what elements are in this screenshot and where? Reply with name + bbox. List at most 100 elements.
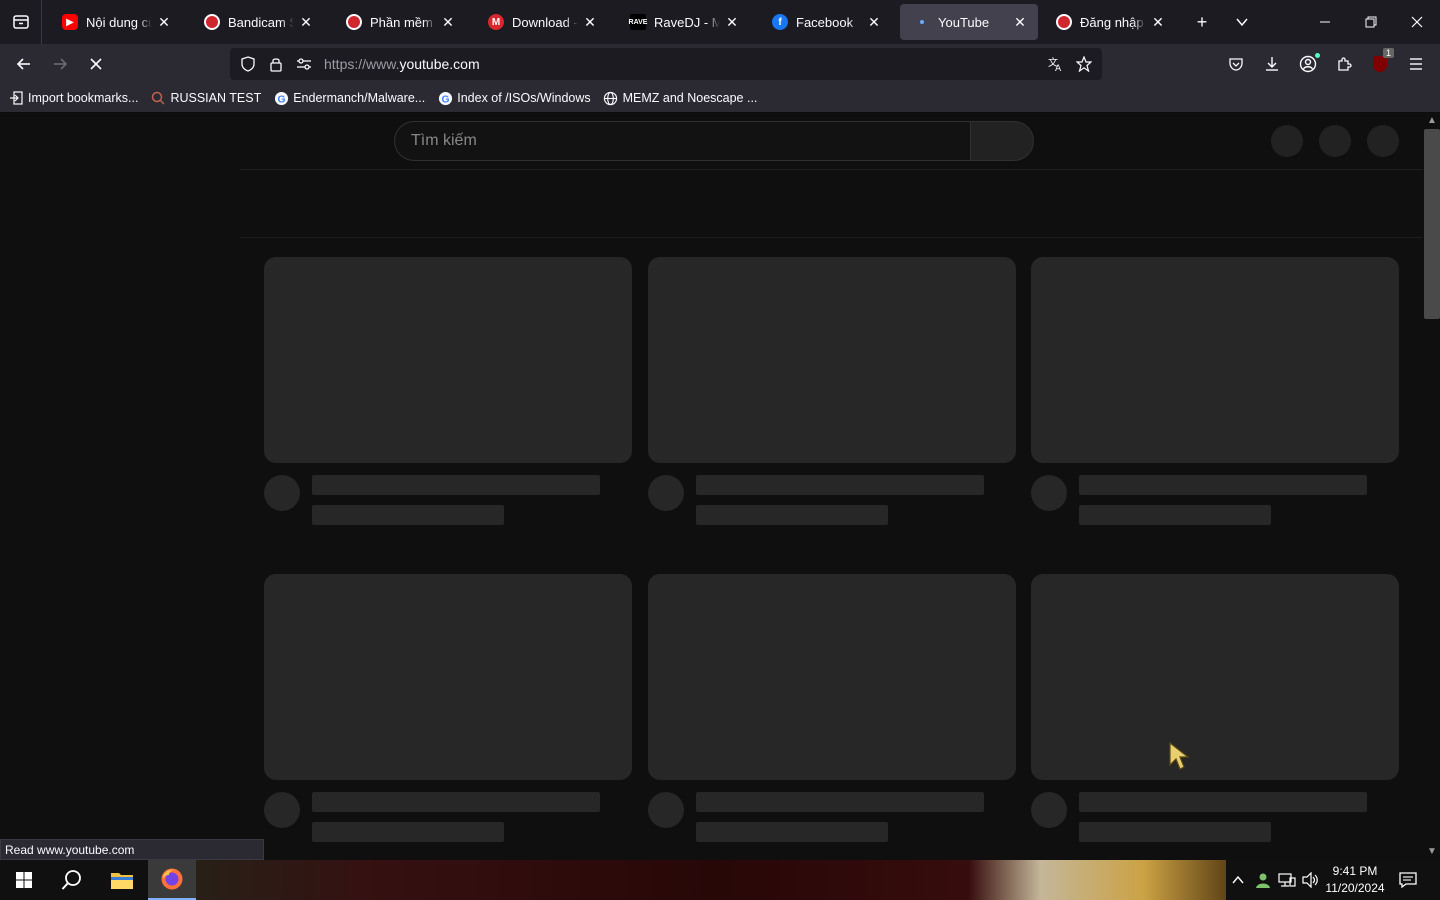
taskbar-search-button[interactable]	[48, 860, 96, 900]
video-card-skeleton[interactable]	[1031, 574, 1399, 850]
bookmark-label: Index of /ISOs/Windows	[457, 91, 591, 105]
subtitle-placeholder	[312, 505, 504, 525]
downloads-button[interactable]	[1256, 48, 1288, 80]
bookmark-russian-test[interactable]: RUSSIAN TEST	[150, 90, 261, 106]
title-placeholder	[696, 792, 984, 812]
puzzle-icon	[1338, 57, 1352, 71]
page-scrollbar[interactable]: ▲ ▼	[1422, 113, 1440, 860]
tab-youtube[interactable]: YouTube ✕	[900, 4, 1038, 40]
thumbnail-placeholder	[648, 574, 1016, 780]
ublock-extension-button[interactable]: 1	[1364, 48, 1396, 80]
thumbnail-placeholder	[1031, 574, 1399, 780]
account-icon	[1299, 55, 1317, 73]
extension-badge: 1	[1382, 48, 1394, 58]
download-icon	[1266, 57, 1278, 71]
taskbar-clock[interactable]: 9:41 PM 11/20/2024	[1322, 863, 1388, 897]
globe-icon	[603, 90, 619, 106]
tab-youtube-studio[interactable]: ▶ Nội dung của kênh - YouTube Studio ✕	[48, 4, 182, 40]
back-button[interactable]	[8, 48, 40, 80]
status-panel: Read www.youtube.com	[0, 839, 264, 860]
new-tab-button[interactable]: +	[1182, 0, 1222, 44]
stop-loading-button[interactable]	[80, 48, 112, 80]
thumbnail-placeholder	[264, 257, 632, 463]
address-bar[interactable]: https://www.youtube.com 文A	[230, 48, 1102, 80]
tab-title: Download - MEGA	[512, 14, 578, 30]
lock-icon[interactable]	[262, 48, 290, 80]
arrow-right-icon	[54, 58, 68, 70]
extensions-button[interactable]	[1328, 48, 1360, 80]
list-all-tabs-button[interactable]	[1222, 0, 1262, 44]
facebook-icon: f	[772, 14, 788, 30]
close-icon	[1411, 16, 1423, 28]
tab-strip: ▶ Nội dung của kênh - YouTube Studio ✕ B…	[0, 0, 1440, 44]
avatar-placeholder[interactable]	[1367, 125, 1399, 157]
tab-mega[interactable]: M Download - MEGA ✕	[474, 4, 608, 40]
title-placeholder	[1079, 475, 1367, 495]
close-tab-icon[interactable]: ✕	[1012, 14, 1028, 30]
restore-button[interactable]	[1350, 0, 1392, 44]
minimize-button[interactable]	[1304, 0, 1346, 44]
permissions-icon[interactable]	[290, 48, 318, 80]
account-button[interactable]	[1292, 48, 1324, 80]
video-card-skeleton[interactable]	[1031, 257, 1399, 533]
tab-phan-mem-quay[interactable]: Phần mềm quay màn hình ✕	[332, 4, 466, 40]
network-icon[interactable]	[1276, 860, 1298, 900]
tab-title: RaveDJ - Music Mashups	[654, 14, 720, 30]
video-card-skeleton[interactable]	[648, 257, 1016, 533]
search-input[interactable]: Tìm kiếm	[394, 121, 970, 161]
channel-avatar-placeholder	[648, 475, 684, 511]
tray-people-icon[interactable]	[1252, 860, 1274, 900]
create-button-placeholder[interactable]	[1271, 125, 1303, 157]
file-explorer-button[interactable]	[98, 860, 146, 900]
tab-facebook[interactable]: f Facebook ✕	[758, 4, 892, 40]
windows-taskbar: 9:41 PM 11/20/2024	[0, 860, 1440, 900]
clock-date: 11/20/2024	[1325, 881, 1385, 895]
desktop-wallpaper-strip	[196, 860, 1226, 900]
notification-icon	[1399, 872, 1417, 888]
app-menu-button[interactable]	[1400, 48, 1432, 80]
bookmark-isos-windows[interactable]: G Index of /ISOs/Windows	[437, 90, 591, 106]
close-window-button[interactable]	[1396, 0, 1438, 44]
close-tab-icon[interactable]: ✕	[156, 14, 172, 30]
start-button[interactable]	[0, 860, 48, 900]
forward-button[interactable]	[44, 48, 76, 80]
video-card-skeleton[interactable]	[648, 574, 1016, 850]
bookmark-import[interactable]: Import bookmarks...	[8, 90, 138, 106]
close-tab-icon[interactable]: ✕	[582, 14, 598, 30]
firefox-taskbar-button[interactable]	[148, 860, 196, 900]
scroll-down-icon[interactable]: ▼	[1424, 845, 1440, 859]
search-button[interactable]	[970, 121, 1034, 161]
translate-icon[interactable]: 文A	[1042, 48, 1070, 80]
firefox-view-button[interactable]	[0, 0, 42, 44]
thumbnail-placeholder	[264, 574, 632, 780]
pocket-button[interactable]	[1220, 48, 1252, 80]
ravedj-icon: RAVE	[629, 14, 647, 30]
url-text[interactable]: https://www.youtube.com	[324, 56, 480, 72]
clock-time: 9:41 PM	[1332, 864, 1378, 878]
video-card-skeleton[interactable]	[264, 574, 632, 850]
scrollbar-thumb[interactable]	[1424, 129, 1440, 319]
close-tab-icon[interactable]: ✕	[440, 14, 456, 30]
subtitle-placeholder	[696, 505, 888, 525]
subtitle-placeholder	[696, 822, 888, 842]
bookmark-star-icon[interactable]	[1070, 48, 1098, 80]
bandicam-icon	[204, 14, 220, 30]
close-tab-icon[interactable]: ✕	[866, 14, 882, 30]
tracking-protection-icon[interactable]	[234, 48, 262, 80]
subtitle-placeholder	[312, 822, 504, 842]
tab-bandicam[interactable]: Bandicam Screen Recorder ✕	[190, 4, 324, 40]
action-center-button[interactable]	[1394, 860, 1422, 900]
tab-ravedj[interactable]: RAVE RaveDJ - Music Mashups ✕	[616, 4, 750, 40]
scroll-up-icon[interactable]: ▲	[1424, 114, 1440, 128]
cursor-icon	[1169, 741, 1190, 770]
notifications-button-placeholder[interactable]	[1319, 125, 1351, 157]
video-card-skeleton[interactable]	[264, 257, 632, 533]
close-tab-icon[interactable]: ✕	[298, 14, 314, 30]
close-tab-icon[interactable]: ✕	[724, 14, 740, 30]
volume-icon[interactable]	[1300, 860, 1322, 900]
bookmark-endermanch[interactable]: G Endermanch/Malware...	[273, 90, 425, 106]
tab-dang-nhap[interactable]: Đăng nhập hoàn tất ✕	[1042, 4, 1176, 40]
close-tab-icon[interactable]: ✕	[1150, 14, 1166, 30]
show-hidden-icons-button[interactable]	[1228, 860, 1248, 900]
bookmark-memz[interactable]: MEMZ and Noescape ...	[603, 90, 757, 106]
